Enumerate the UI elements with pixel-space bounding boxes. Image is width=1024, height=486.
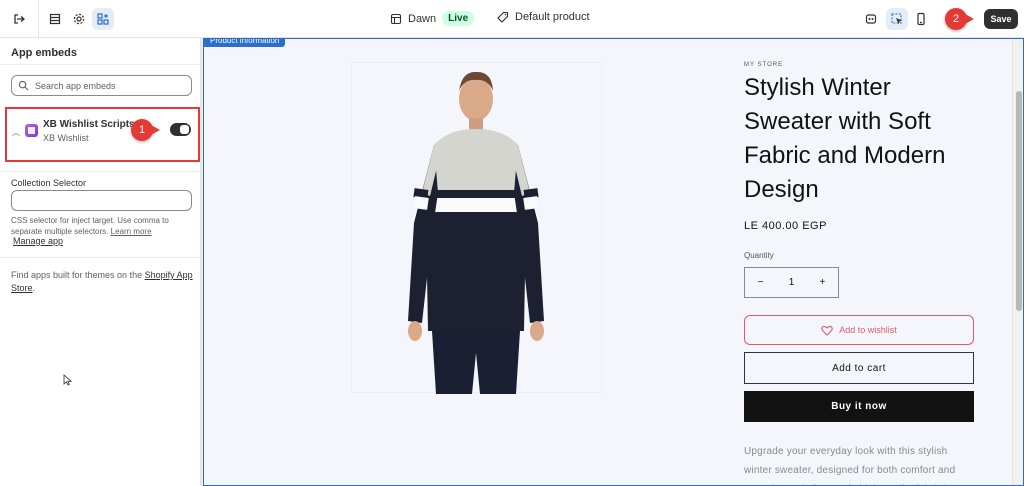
panel-divider: [0, 257, 201, 258]
search-placeholder: Search app embeds: [35, 80, 116, 91]
theme-icon: [390, 13, 402, 24]
template-name: Default product: [515, 11, 590, 23]
manage-app-link[interactable]: Manage app: [13, 236, 63, 246]
scrollbar-thumb[interactable]: [1016, 91, 1022, 311]
save-button[interactable]: Save: [984, 9, 1018, 29]
mouse-cursor-icon: [63, 374, 72, 386]
exit-icon[interactable]: [8, 8, 30, 30]
app-embeds-panel: App embeds Search app embeds ︿ XB Wishli…: [0, 38, 201, 486]
product-title: Stylish Winter Sweater with Soft Fabric …: [744, 74, 946, 203]
collection-selector-label: Collection Selector: [11, 178, 87, 188]
panel-divider: [0, 64, 201, 65]
app-embed-item[interactable]: ︿ XB Wishlist Scripts XB Wishlist: [5, 107, 200, 162]
search-app-embeds-input[interactable]: Search app embeds: [11, 75, 192, 96]
tag-icon: [497, 11, 509, 23]
collection-selector-help: CSS selector for inject target. Use comm…: [11, 215, 191, 237]
add-to-cart-button[interactable]: Add to cart: [744, 352, 974, 384]
quantity-minus-button[interactable]: −: [758, 277, 764, 288]
step-marker-2: 2: [945, 8, 974, 30]
sections-icon[interactable]: [44, 8, 66, 30]
app-embeds-icon[interactable]: [92, 8, 114, 30]
sweater-model-image: [408, 71, 544, 394]
panel-divider: [0, 171, 201, 172]
theme-name: Dawn: [408, 12, 437, 25]
panel-title: App embeds: [11, 47, 78, 59]
chevron-up-icon[interactable]: ︿: [12, 127, 20, 138]
add-to-wishlist-button[interactable]: Add to wishlist: [744, 315, 974, 345]
editor-topbar: Dawn Live Default product 2 Save: [0, 0, 1024, 38]
quantity-plus-button[interactable]: +: [820, 277, 826, 288]
buy-it-now-button[interactable]: Buy it now: [744, 391, 974, 422]
quantity-stepper[interactable]: − 1 +: [744, 267, 839, 298]
app-logo-icon: [25, 124, 38, 137]
section-tag[interactable]: Product information: [204, 39, 286, 47]
find-apps-text: Find apps built for themes on the Shopif…: [11, 269, 196, 295]
device-preview-icon[interactable]: [910, 8, 932, 30]
wishlist-label: Add to wishlist: [839, 325, 897, 335]
heart-icon: [821, 325, 834, 336]
step-marker-1: 1: [131, 119, 160, 141]
theme-selector[interactable]: Dawn Live: [390, 11, 475, 26]
live-badge: Live: [442, 11, 475, 26]
search-icon: [18, 80, 29, 91]
theme-preview: Product information MY STORE Stylish Win…: [203, 38, 1024, 486]
template-selector[interactable]: Default product: [497, 11, 590, 23]
app-embed-toggle[interactable]: [170, 123, 191, 136]
quantity-value[interactable]: 1: [789, 277, 795, 288]
quantity-label: Quantity: [744, 251, 774, 260]
preview-scrollbar[interactable]: [1012, 39, 1023, 485]
learn-more-link[interactable]: Learn more: [111, 227, 152, 236]
select-element-icon[interactable]: [886, 8, 908, 30]
find-apps-suffix: .: [32, 283, 36, 293]
app-embed-source: XB Wishlist: [43, 133, 89, 143]
store-name: MY STORE: [744, 62, 784, 68]
theme-settings-icon[interactable]: [68, 8, 90, 30]
topbar-divider: [38, 0, 39, 38]
product-description: Upgrade your everyday look with this sty…: [744, 446, 956, 485]
product-price: LE 400.00 EGP: [744, 220, 827, 232]
find-apps-prefix: Find apps built for themes on the: [11, 270, 143, 280]
app-embed-name: XB Wishlist Scripts: [43, 119, 135, 130]
product-image[interactable]: [351, 62, 602, 394]
inspector-icon[interactable]: [860, 8, 882, 30]
collection-selector-input[interactable]: [11, 190, 192, 211]
